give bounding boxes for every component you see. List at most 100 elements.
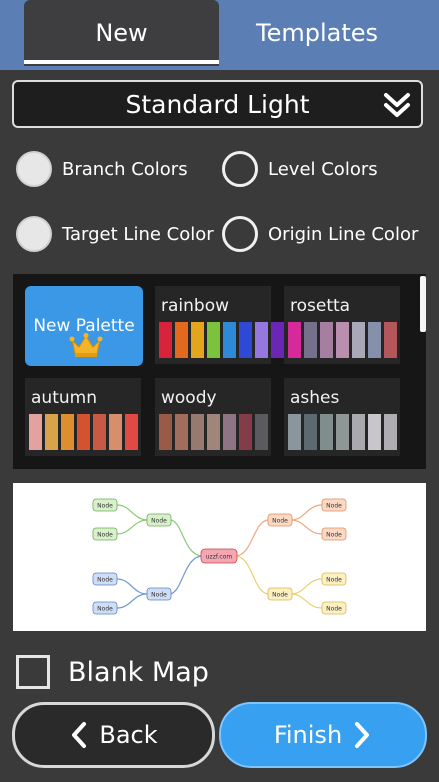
color-swatch [384,414,397,450]
palette-grid[interactable]: New Palette rainbow rosetta autumn woody… [13,274,426,469]
color-swatch [29,414,42,450]
target-line-color-radio[interactable] [16,216,52,252]
palette-name: autumn [31,388,97,408]
tab-templates-label: Templates [255,19,378,47]
blank-map-option[interactable]: Blank Map [16,655,209,689]
theme-dropdown-value: Standard Light [125,89,310,119]
color-swatch [288,322,301,358]
branch-colors-label: Branch Colors [62,158,188,180]
color-swatch [352,322,365,358]
color-swatch [93,414,106,450]
color-swatch [384,322,397,358]
tab-new[interactable]: New [24,0,219,66]
palette-scrollbar[interactable] [420,276,426,332]
color-swatch [191,322,204,358]
color-swatch [239,414,252,450]
palette-autumn[interactable]: autumn [25,378,141,456]
color-swatch [239,322,252,358]
palette-ashes[interactable]: ashes [284,378,400,456]
color-swatch [207,322,220,358]
color-swatch [304,414,317,450]
color-swatch [191,414,204,450]
tab-bar: New Templates [0,0,439,70]
palette-name: woody [161,388,217,408]
node-label: Node [97,577,113,584]
color-swatch [223,414,236,450]
color-swatch [304,322,317,358]
color-swatch [159,322,172,358]
palette-name: ashes [290,388,340,408]
node-label: Node [326,606,342,613]
branch-colors-radio[interactable] [16,151,52,187]
tab-new-label: New [95,19,148,47]
mindmap-preview: uzzf.com Node Node Node Node Node Node N… [13,483,426,631]
node-label: Node [272,592,288,599]
color-swatch [61,414,74,450]
level-colors-label: Level Colors [268,158,378,180]
node-label: Node [326,503,342,510]
color-swatch [288,414,301,450]
option-target-line-color[interactable]: Target Line Color [16,216,214,252]
node-label: Node [97,503,113,510]
color-swatch [336,322,349,358]
color-swatch [223,322,236,358]
node-label: Node [151,592,167,599]
blank-map-label: Blank Map [68,656,209,688]
color-swatch [159,414,172,450]
theme-dropdown[interactable]: Standard Light [12,80,423,128]
color-swatch [77,414,90,450]
node-label: Node [97,606,113,613]
color-swatch [320,414,333,450]
palette-swatches [159,414,271,450]
palette-name: rosetta [290,296,351,316]
chevron-right-icon [355,722,370,748]
finish-button-label: Finish [273,721,343,749]
node-label: Node [97,532,113,539]
node-label: Node [151,518,167,525]
origin-line-color-label: Origin Line Color [268,223,419,245]
mindmap-preview-graphic: uzzf.com Node Node Node Node Node Node N… [92,498,347,615]
option-branch-colors[interactable]: Branch Colors [16,151,188,187]
back-button-label: Back [99,721,158,749]
palette-swatches [288,322,400,358]
new-palette-button[interactable]: New Palette [25,286,143,366]
target-line-color-label: Target Line Color [62,223,214,245]
active-tab-indicator [24,60,219,64]
color-swatch [368,322,381,358]
palette-swatches [288,414,400,450]
color-swatch [255,414,268,450]
color-swatch [352,414,365,450]
palette-name: rainbow [161,296,229,316]
color-swatch [109,414,122,450]
node-label: Node [326,532,342,539]
option-origin-line-color[interactable]: Origin Line Color [222,216,418,252]
back-button[interactable]: Back [12,702,215,768]
color-swatch [320,322,333,358]
palette-rosetta[interactable]: rosetta [284,286,400,364]
color-swatch [45,414,58,450]
finish-button[interactable]: Finish [219,702,427,768]
color-swatch [271,322,284,358]
color-swatch [207,414,220,450]
center-node-label: uzzf.com [206,554,233,561]
node-label: Node [272,518,288,525]
color-swatch [175,414,188,450]
option-level-colors[interactable]: Level Colors [222,151,378,187]
level-colors-radio[interactable] [222,151,258,187]
color-swatch [175,322,188,358]
palette-woody[interactable]: woody [155,378,271,456]
blank-map-checkbox[interactable] [16,655,50,689]
palette-swatches [159,322,287,358]
color-swatch [336,414,349,450]
color-swatch [368,414,381,450]
color-swatch [125,414,138,450]
crown-icon [69,333,103,357]
node-label: Node [326,577,342,584]
tab-templates[interactable]: Templates [219,0,415,66]
double-chevron-down-icon [384,93,410,117]
color-swatch [255,322,268,358]
palette-swatches [29,414,141,450]
chevron-left-icon [72,722,87,748]
origin-line-color-radio[interactable] [222,216,258,252]
palette-rainbow[interactable]: rainbow [155,286,284,364]
